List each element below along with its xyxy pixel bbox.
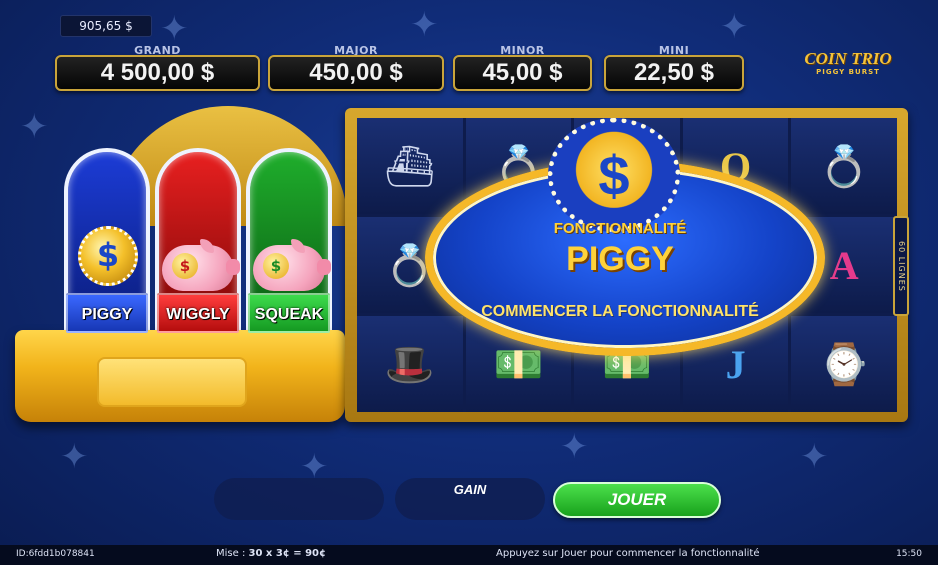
lines-indicator: 60 LIGNES bbox=[893, 216, 909, 316]
feature-coin-icon: $ bbox=[548, 118, 680, 232]
pig-snout bbox=[317, 259, 331, 275]
reel-cell-watch: ⌚ bbox=[791, 316, 897, 412]
pig-snout bbox=[226, 259, 240, 275]
footer-bar: ID:6fdd1b078841 Mise : 30 x 3¢ = 90¢ App… bbox=[0, 545, 938, 565]
start-feature-button[interactable]: COMMENCER LA FONCTIONNALITÉ bbox=[470, 303, 770, 321]
yacht-icon: ⛴ bbox=[384, 143, 436, 190]
sparkle-icon: ✦ bbox=[560, 427, 589, 467]
dollar-icon: $ bbox=[598, 144, 630, 207]
jackpot-value: 45,00 $ bbox=[453, 55, 592, 91]
top-hat-icon: 🎩 bbox=[384, 341, 435, 388]
piggy-bank-icon: $ bbox=[253, 239, 331, 291]
bet-prefix: Mise : bbox=[216, 548, 249, 559]
jackpot-major: MAJOR 450,00 $ bbox=[268, 44, 444, 92]
clock: 15:50 bbox=[896, 549, 922, 559]
sparkle-icon: ✦ bbox=[160, 9, 189, 49]
pedestal-label-squeak: SQUEAK bbox=[248, 293, 330, 333]
sparkle-icon: ✦ bbox=[720, 7, 749, 47]
feature-title: PIGGY bbox=[566, 240, 674, 278]
balance-display: 905,65 $ bbox=[60, 15, 152, 37]
logo-subtitle: PIGGY BURST bbox=[816, 68, 880, 76]
dollar-coin-icon: $ bbox=[78, 226, 138, 286]
watch-icon: ⌚ bbox=[819, 341, 870, 388]
bet-info: Mise : 30 x 3¢ = 90¢ bbox=[216, 548, 326, 559]
session-id: ID:6fdd1b078841 bbox=[16, 549, 95, 559]
feature-subtitle: FONCTIONNALITÉ bbox=[553, 220, 687, 237]
reel-cell-yacht: ⛴ bbox=[357, 118, 463, 214]
reel-cell-ring: 💍 bbox=[791, 118, 897, 214]
sparkle-icon: ✦ bbox=[800, 437, 829, 477]
reel-cell-top-hat: 🎩 bbox=[357, 316, 463, 412]
coin-icon: $ bbox=[172, 253, 198, 279]
pedestal-label-wiggly: WIGGLY bbox=[157, 293, 239, 333]
jackpot-minor: MINOR 45,00 $ bbox=[453, 44, 592, 92]
coin-icon: $ bbox=[263, 253, 289, 279]
game-logo: COIN TRIO PIGGY BURST bbox=[800, 50, 896, 84]
jackpot-value: 22,50 $ bbox=[604, 55, 744, 91]
jackpot-value: 450,00 $ bbox=[268, 55, 444, 91]
sparkle-icon: ✦ bbox=[20, 107, 49, 147]
bet-panel bbox=[214, 478, 384, 520]
jackpot-value: 4 500,00 $ bbox=[55, 55, 260, 91]
sparkle-icon: ✦ bbox=[60, 437, 89, 477]
pedestal-label-piggy: PIGGY bbox=[66, 293, 148, 333]
bet-value: 30 x 3¢ = 90¢ bbox=[248, 548, 326, 559]
piggy-bank-icon: $ bbox=[162, 239, 240, 291]
gain-label: GAIN bbox=[453, 482, 487, 497]
play-button[interactable]: JOUER bbox=[553, 482, 721, 518]
ring-icon: 💍 bbox=[819, 143, 870, 190]
money-icon: 💵 bbox=[493, 341, 544, 388]
pedestal-panel bbox=[97, 357, 247, 407]
jackpot-mini: MINI 22,50 $ bbox=[604, 44, 744, 92]
sparkle-icon: ✦ bbox=[410, 5, 439, 45]
logo-title: COIN TRIO bbox=[804, 49, 892, 68]
footer-hint: Appuyez sur Jouer pour commencer la fonc… bbox=[496, 548, 760, 559]
jackpot-grand: GRAND 4 500,00 $ bbox=[55, 44, 260, 92]
